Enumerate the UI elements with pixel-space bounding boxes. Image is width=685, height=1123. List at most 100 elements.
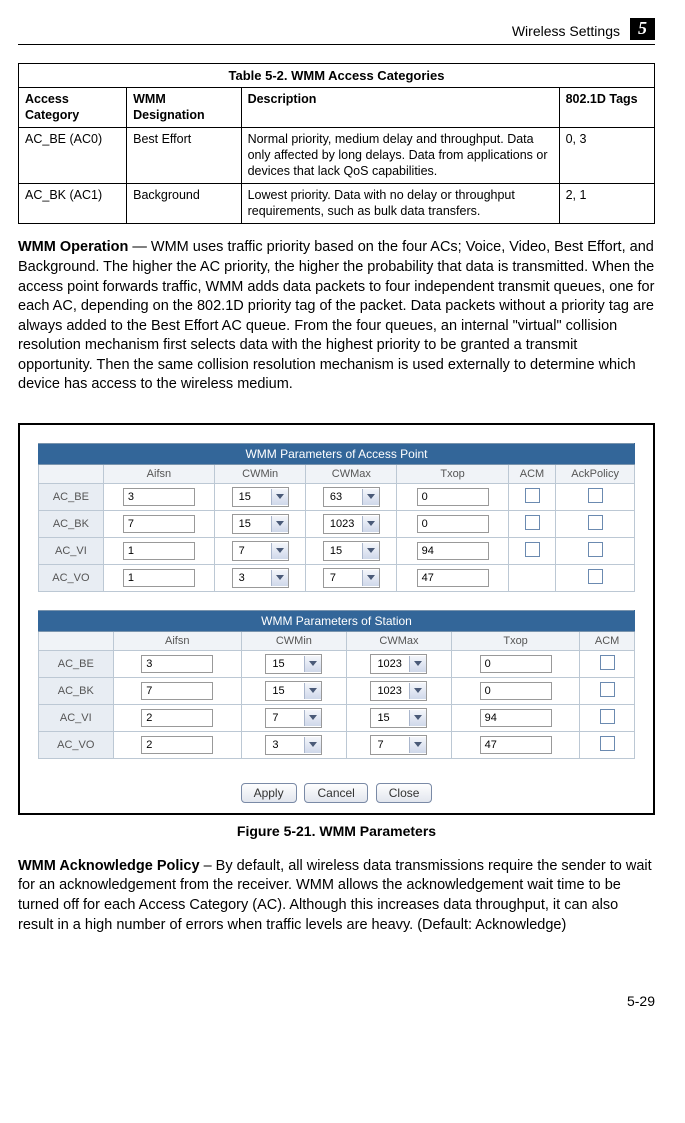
cwmin-select[interactable]: 7: [265, 708, 322, 728]
aifsn-input[interactable]: 1: [123, 569, 195, 587]
row-label: AC_VI: [39, 537, 104, 564]
acm-checkbox[interactable]: [600, 709, 615, 724]
col-acm: ACM: [580, 631, 635, 650]
aifsn-input[interactable]: 7: [123, 515, 195, 533]
cwmax-select[interactable]: 15: [370, 708, 427, 728]
aifsn-input[interactable]: 2: [141, 736, 213, 754]
acm-checkbox[interactable]: [525, 515, 540, 530]
cwmin-select[interactable]: 15: [265, 681, 322, 701]
aifsn-input[interactable]: 3: [123, 488, 195, 506]
ackpolicy-checkbox[interactable]: [588, 515, 603, 530]
cancel-button[interactable]: Cancel: [304, 783, 367, 803]
txop-input[interactable]: 0: [480, 682, 552, 700]
cwmin-select[interactable]: 3: [265, 735, 322, 755]
aifsn-input[interactable]: 3: [141, 655, 213, 673]
cell-designation: Best Effort: [127, 128, 241, 184]
aifsn-input[interactable]: 7: [141, 682, 213, 700]
chevron-down-icon: [271, 543, 288, 559]
col-header: Access Category: [19, 88, 127, 128]
col-txop: Txop: [397, 464, 508, 483]
txop-input[interactable]: 47: [417, 569, 489, 587]
chevron-down-icon: [271, 570, 288, 586]
paragraph-wmm-ack-policy: WMM Acknowledge Policy – By default, all…: [18, 857, 655, 935]
ap-row-acvi: AC_VI 1 7 15 94: [39, 537, 635, 564]
ackpolicy-checkbox[interactable]: [588, 542, 603, 557]
chevron-down-icon: [409, 737, 426, 753]
acm-checkbox[interactable]: [525, 488, 540, 503]
wmm-ap-table: WMM Parameters of Access Point Aifsn CWM…: [38, 443, 635, 592]
cwmax-select[interactable]: 1023: [323, 514, 380, 534]
row-label: AC_BE: [39, 650, 114, 677]
figure-box: WMM Parameters of Access Point Aifsn CWM…: [18, 423, 655, 815]
col-ackpolicy: AckPolicy: [556, 464, 635, 483]
col-cwmin: CWMin: [241, 631, 346, 650]
col-aifsn: Aifsn: [113, 631, 241, 650]
sta-row-acbk: AC_BK 7 15 1023 0: [39, 677, 635, 704]
sta-row-acvo: AC_VO 2 3 7 47: [39, 731, 635, 758]
col-acm: ACM: [508, 464, 556, 483]
txop-input[interactable]: 0: [417, 488, 489, 506]
aifsn-input[interactable]: 1: [123, 542, 195, 560]
acm-checkbox[interactable]: [600, 655, 615, 670]
sta-row-acvi: AC_VI 2 7 15 94: [39, 704, 635, 731]
paragraph-wmm-operation: WMM Operation — WMM uses traffic priorit…: [18, 238, 655, 395]
chapter-number-badge: 5: [630, 18, 655, 40]
chevron-down-icon: [409, 656, 426, 672]
row-label: AC_BK: [39, 510, 104, 537]
ap-header-row: Aifsn CWMin CWMax Txop ACM AckPolicy: [39, 464, 635, 483]
ackpolicy-checkbox[interactable]: [588, 488, 603, 503]
paragraph-heading: WMM Operation: [18, 239, 128, 255]
acm-checkbox[interactable]: [600, 682, 615, 697]
txop-input[interactable]: 0: [417, 515, 489, 533]
ackpolicy-checkbox[interactable]: [588, 569, 603, 584]
chevron-down-icon: [304, 683, 321, 699]
col-header: WMM Designation: [127, 88, 241, 128]
chevron-down-icon: [362, 543, 379, 559]
cwmax-select[interactable]: 7: [323, 568, 380, 588]
page-number: 5-29: [18, 963, 655, 1009]
chevron-down-icon: [362, 570, 379, 586]
cwmin-select[interactable]: 15: [232, 487, 289, 507]
col-blank: [39, 631, 114, 650]
table-row: AC_BK (AC1) Background Lowest priority. …: [19, 184, 655, 224]
txop-input[interactable]: 47: [480, 736, 552, 754]
wmm-station-table: WMM Parameters of Station Aifsn CWMin CW…: [38, 610, 635, 759]
page-header: Wireless Settings 5: [18, 20, 655, 45]
apply-button[interactable]: Apply: [241, 783, 297, 803]
acm-checkbox[interactable]: [600, 736, 615, 751]
cwmin-select[interactable]: 15: [265, 654, 322, 674]
wmm-categories-table: Table 5-2. WMM Access Categories Access …: [18, 63, 655, 224]
chevron-down-icon: [304, 737, 321, 753]
cwmax-select[interactable]: 15: [323, 541, 380, 561]
cwmin-select[interactable]: 7: [232, 541, 289, 561]
col-header: 802.1D Tags: [559, 88, 654, 128]
cwmin-select[interactable]: 15: [232, 514, 289, 534]
table-row: AC_BE (AC0) Best Effort Normal priority,…: [19, 128, 655, 184]
cell-tags: 0, 3: [559, 128, 654, 184]
sta-row-acbe: AC_BE 3 15 1023 0: [39, 650, 635, 677]
cwmax-select[interactable]: 63: [323, 487, 380, 507]
cwmax-select[interactable]: 1023: [370, 654, 427, 674]
close-button[interactable]: Close: [376, 783, 433, 803]
cwmax-select[interactable]: 7: [370, 735, 427, 755]
section-title: Wireless Settings: [512, 23, 620, 39]
cwmin-select[interactable]: 3: [232, 568, 289, 588]
row-label: AC_BE: [39, 483, 104, 510]
paragraph-text: — WMM uses traffic priority based on the…: [18, 239, 654, 392]
col-aifsn: Aifsn: [103, 464, 214, 483]
acm-checkbox[interactable]: [525, 542, 540, 557]
row-label: AC_VO: [39, 731, 114, 758]
chevron-down-icon: [271, 516, 288, 532]
txop-input[interactable]: 0: [480, 655, 552, 673]
cell-designation: Background: [127, 184, 241, 224]
sta-table-title: WMM Parameters of Station: [39, 610, 635, 631]
chevron-down-icon: [271, 489, 288, 505]
col-txop: Txop: [451, 631, 579, 650]
cwmax-select[interactable]: 1023: [370, 681, 427, 701]
ap-table-title: WMM Parameters of Access Point: [39, 443, 635, 464]
aifsn-input[interactable]: 2: [141, 709, 213, 727]
chevron-down-icon: [409, 710, 426, 726]
txop-input[interactable]: 94: [417, 542, 489, 560]
col-blank: [39, 464, 104, 483]
txop-input[interactable]: 94: [480, 709, 552, 727]
